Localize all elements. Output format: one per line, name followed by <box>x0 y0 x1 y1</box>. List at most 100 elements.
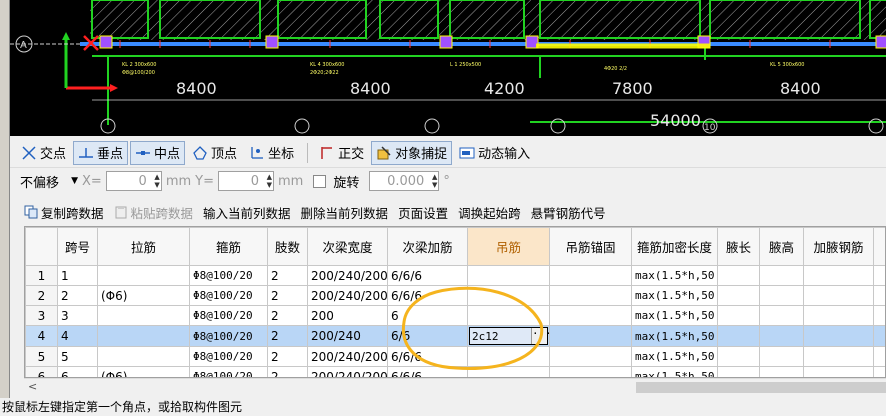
spinner-arrows-icon[interactable]: ▲ ▼ <box>267 173 272 189</box>
cell-hanger-editing[interactable]: 2c12 ··· <box>467 325 550 347</box>
delete-column-button[interactable]: 删除当前列数据 <box>301 203 389 222</box>
header-secondary-add[interactable]: 次梁加筋 <box>387 227 468 266</box>
ellipsis-button[interactable]: ··· <box>531 328 549 344</box>
cell-hanger[interactable] <box>467 285 550 306</box>
cell-dense[interactable]: max(1.5*h,50 <box>631 285 718 306</box>
cell-stirrup[interactable]: Φ8@100/20 <box>189 346 268 367</box>
cell-haunch-rebar[interactable] <box>803 325 874 347</box>
table-row[interactable]: 2 2 (Φ6) Φ8@100/20 2 200/240/200 6/6/6 m… <box>25 285 885 306</box>
cell-legs[interactable]: 2 <box>267 346 308 367</box>
header-haunch-length[interactable]: 腋长 <box>717 227 760 266</box>
cell-haunch-rebar[interactable] <box>803 285 874 306</box>
rotate-checkbox[interactable] <box>313 174 327 188</box>
header-hanger-anchor[interactable]: 吊筋锚固 <box>549 227 632 266</box>
snap-vertex-button[interactable]: 顶点 <box>187 141 242 165</box>
cell-span[interactable]: 2 <box>57 285 98 306</box>
cell-anchor[interactable] <box>549 325 632 347</box>
cell-legs[interactable]: 2 <box>267 305 308 326</box>
span-data-table[interactable]: 跨号 拉筋 箍筋 肢数 次梁宽度 次梁加筋 吊筋 吊筋锚固 箍筋加密长度 腋长 … <box>24 226 886 378</box>
input-column-button[interactable]: 输入当前列数据 <box>203 203 291 222</box>
cell-hanger[interactable] <box>467 346 550 367</box>
cell-add[interactable]: 6/6/6 <box>387 366 468 377</box>
cell-dense[interactable]: max(1.5*h,50 <box>631 325 718 347</box>
spinner-arrows-icon[interactable]: ▲ ▼ <box>432 173 437 189</box>
cell-haunch-length[interactable] <box>717 325 760 347</box>
cell-haunch-height[interactable] <box>759 265 804 286</box>
cell-add[interactable]: 6/6/6 <box>387 346 468 367</box>
cell-add[interactable]: 6/6 <box>387 325 468 347</box>
cell-tie[interactable]: (Φ6) <box>97 366 190 377</box>
row-number[interactable]: 6 <box>25 366 58 377</box>
cell-tie[interactable] <box>97 305 190 326</box>
object-snap-button[interactable]: 对象捕捉 <box>371 140 453 165</box>
cell-width[interactable]: 200/240/200 <box>307 346 388 367</box>
cell-stirrup[interactable]: Φ8@100/20 <box>189 366 268 377</box>
cantilever-code-button[interactable]: 悬臂钢筋代号 <box>531 203 606 222</box>
scrollbar-thumb[interactable] <box>636 382 886 393</box>
cell-haunch-height[interactable] <box>759 305 804 326</box>
cad-canvas[interactable]: A KL 2 300x600 Φ8@100/200 KL 4 300x600 2Φ2… <box>10 0 886 136</box>
snap-coordinate-button[interactable]: 坐标 <box>244 141 299 165</box>
ortho-button[interactable]: 正交 <box>314 141 369 165</box>
cell-other[interactable] <box>873 325 885 347</box>
cell-dense[interactable]: max(1.5*h,50 <box>631 265 718 286</box>
cell-width[interactable]: 200/240 <box>307 325 388 347</box>
cell-haunch-length[interactable] <box>717 265 760 286</box>
header-haunch-height[interactable]: 腋高 <box>759 227 804 266</box>
cell-stirrup[interactable]: Φ8@100/20 <box>189 305 268 326</box>
cell-anchor[interactable] <box>549 265 632 286</box>
cell-stirrup[interactable]: Φ8@100/20 <box>189 325 268 347</box>
cell-hanger[interactable] <box>467 265 550 286</box>
header-stirrup[interactable]: 箍筋 <box>189 227 268 266</box>
cell-span[interactable]: 6 <box>57 366 98 377</box>
header-span-no[interactable]: 跨号 <box>57 227 98 266</box>
header-tie-bar[interactable]: 拉筋 <box>97 227 190 266</box>
row-number[interactable]: 5 <box>25 346 58 367</box>
cell-span[interactable]: 3 <box>57 305 98 326</box>
hanger-edit-input[interactable]: 2c12 ··· <box>469 327 549 345</box>
cell-haunch-length[interactable] <box>717 305 760 326</box>
cell-dense[interactable]: max(1.5*h,50 <box>631 366 718 377</box>
dynamic-input-button[interactable]: 动态输入 <box>454 141 535 165</box>
offset-mode-select[interactable]: 不偏移 ▼ <box>18 171 78 191</box>
cell-anchor[interactable] <box>549 346 632 367</box>
cell-hanger[interactable] <box>467 366 550 377</box>
header-legs[interactable]: 肢数 <box>267 227 308 266</box>
cell-legs[interactable]: 2 <box>267 325 308 347</box>
cell-haunch-rebar[interactable] <box>803 305 874 326</box>
paste-span-data-button[interactable]: 粘贴跨数据 <box>114 203 193 222</box>
cell-width[interactable]: 200 <box>307 305 388 326</box>
cell-add[interactable]: 6 <box>387 305 468 326</box>
cell-dense[interactable]: max(1.5*h,50 <box>631 346 718 367</box>
horizontal-scrollbar[interactable]: < <box>24 378 886 395</box>
row-number[interactable]: 4 <box>25 325 58 347</box>
header-dense-length[interactable]: 箍筋加密长度 <box>631 227 718 266</box>
cell-other[interactable] <box>873 366 885 377</box>
header-secondary-width[interactable]: 次梁宽度 <box>307 227 388 266</box>
row-number[interactable]: 2 <box>25 285 58 306</box>
snap-perpendicular-button[interactable]: 垂点 <box>73 140 129 165</box>
cell-hanger[interactable] <box>467 305 550 326</box>
rotate-input[interactable]: 0.000 ▲ ▼ <box>369 171 440 191</box>
header-other[interactable]: 其它 <box>873 227 885 266</box>
cell-haunch-length[interactable] <box>717 285 760 306</box>
copy-span-data-button[interactable]: 复制跨数据 <box>24 203 104 222</box>
cell-width[interactable]: 200/240/200 <box>307 285 388 306</box>
cell-haunch-height[interactable] <box>759 285 804 306</box>
cell-other[interactable] <box>873 285 885 306</box>
cell-add[interactable]: 6/6/6 <box>387 285 468 306</box>
cell-width[interactable]: 200/240/200 <box>307 265 388 286</box>
table-row[interactable]: 6 6 (Φ6) Φ8@100/20 2 200/240/200 6/6/6 m… <box>25 366 885 377</box>
cell-width[interactable]: 200/240/200 <box>307 366 388 377</box>
cell-legs[interactable]: 2 <box>267 265 308 286</box>
cell-stirrup[interactable]: Φ8@100/20 <box>189 285 268 306</box>
cell-tie[interactable]: (Φ6) <box>97 285 190 306</box>
cell-dense[interactable]: max(1.5*h,50 <box>631 305 718 326</box>
row-number[interactable]: 1 <box>25 265 58 286</box>
cell-anchor[interactable] <box>549 285 632 306</box>
scroll-left-icon[interactable]: < <box>28 380 37 393</box>
spinner-arrows-icon[interactable]: ▲ ▼ <box>154 173 159 189</box>
cell-haunch-rebar[interactable] <box>803 346 874 367</box>
cell-haunch-rebar[interactable] <box>803 366 874 377</box>
cell-span[interactable]: 4 <box>57 325 98 347</box>
